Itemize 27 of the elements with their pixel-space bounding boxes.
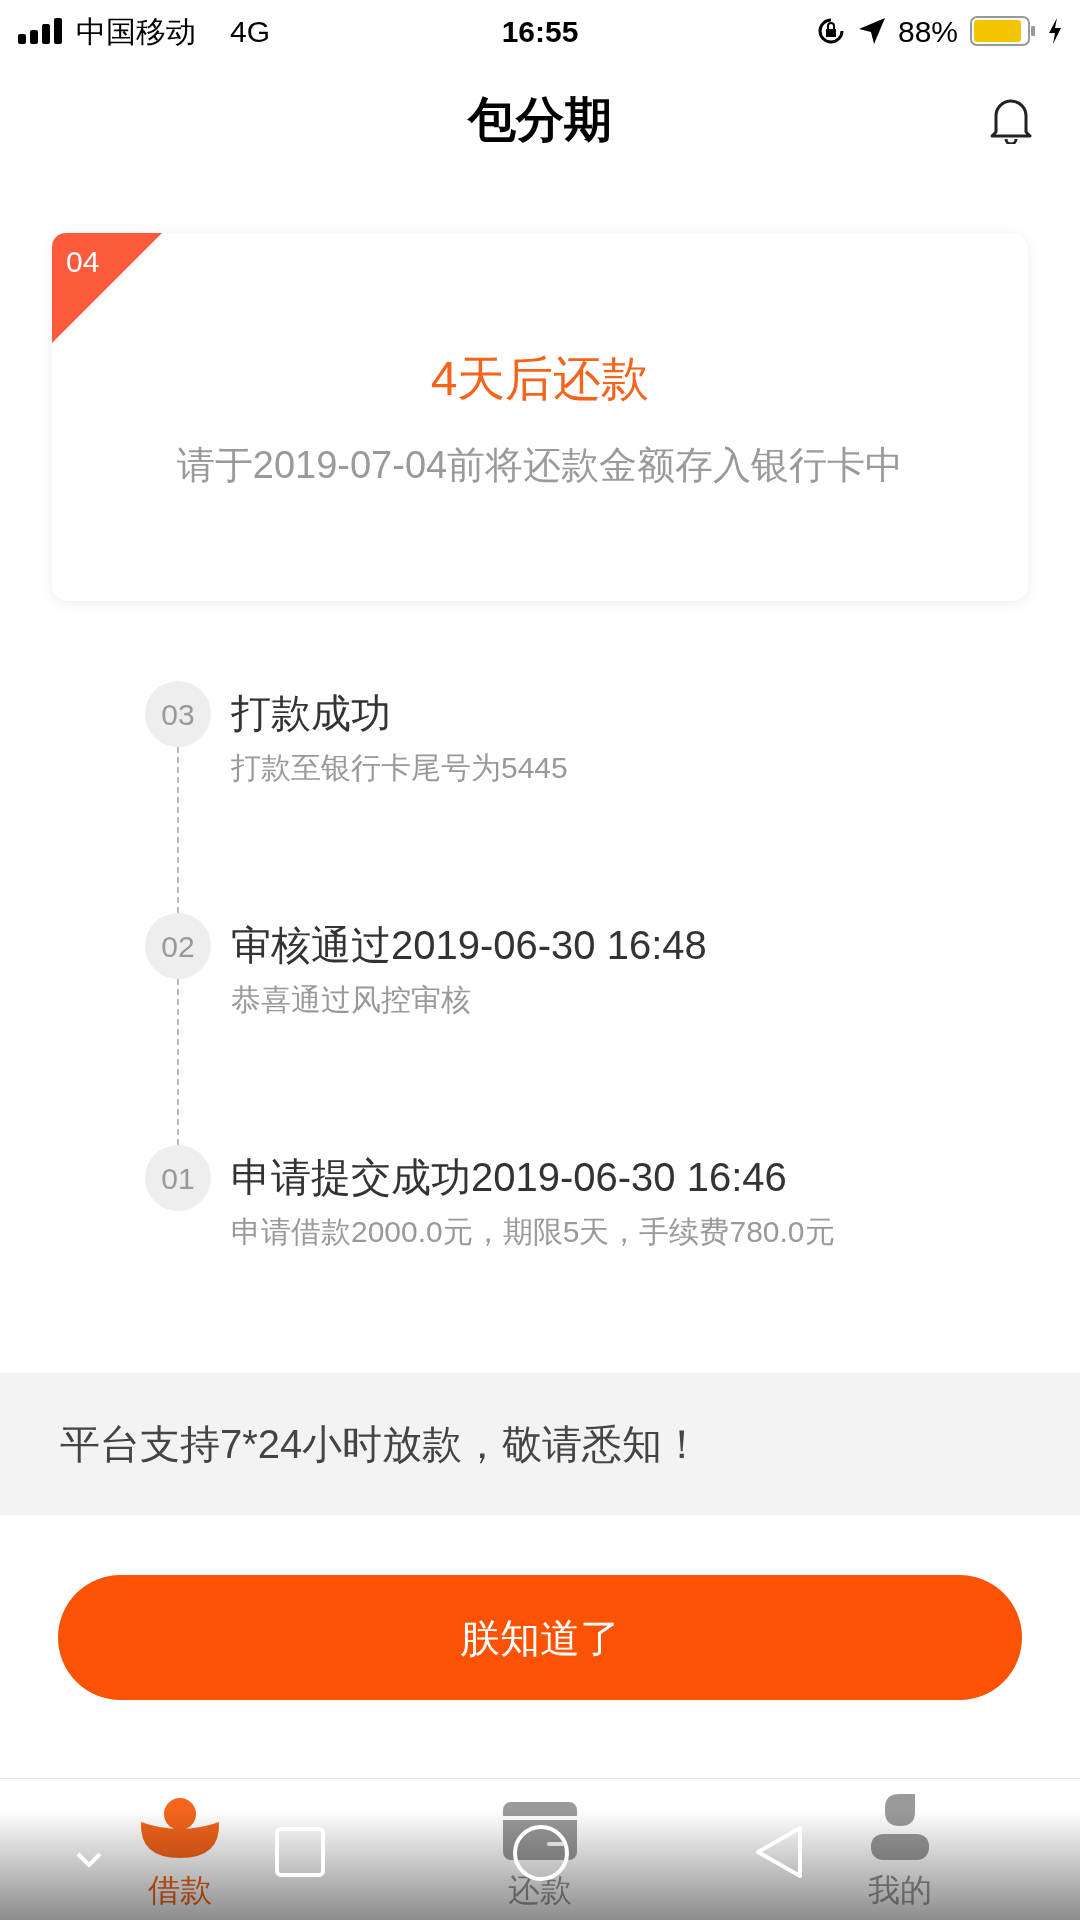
card-icon [503,1802,577,1860]
step-title: 申请提交成功2019-06-30 16:46 [231,1154,788,1201]
location-arrow-icon [857,17,886,45]
step-description: 打款至银行卡尾号为5445 [231,750,568,786]
tab-label: 还款 [508,1871,572,1910]
charging-bolt-icon [1048,18,1062,44]
step-description: 恭喜通过风控审核 [231,982,472,1018]
step-description: 申请借款2000.0元，期限5天，手续费780.0元 [231,1214,835,1250]
clock-time: 16:55 [501,13,579,50]
network-type: 4G [230,13,271,50]
due-date-text: 请于2019-07-04前将还款金额存入银行卡中 [176,443,904,488]
tab-item[interactable]: 还款 [360,1779,720,1920]
tab-item[interactable]: 我的 [720,1779,1080,1920]
confirm-button[interactable]: 朕知道了 [58,1575,1022,1700]
notice-banner: 平台支持7*24小时放款，敬请悉知！ [0,1373,1080,1515]
ingot-icon [139,1796,221,1860]
page-title: 包分期 [468,92,612,148]
badge-number: 04 [66,247,100,277]
battery-icon [970,16,1036,46]
tab-label: 借款 [148,1871,212,1910]
countdown-title: 4天后还款 [430,351,650,407]
battery-percent: 88% [897,13,958,50]
person-icon [871,1794,929,1860]
step-title: 审核通过2019-06-30 16:48 [231,922,707,969]
tab-label: 我的 [868,1871,932,1910]
step-title: 打款成功 [231,690,392,737]
carrier-name: 中国移动 [76,13,196,50]
